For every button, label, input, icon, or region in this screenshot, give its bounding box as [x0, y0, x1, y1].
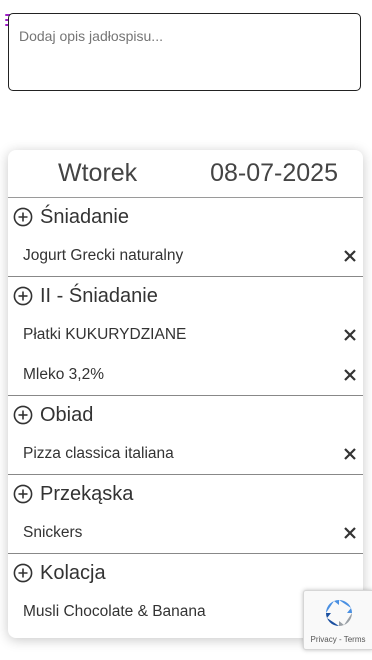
meal-section: II - Śniadanie Płatki KUKURYDZIANE Mleko…: [8, 277, 363, 396]
day-date: 08-07-2025: [210, 159, 338, 187]
meal-name: Obiad: [40, 403, 94, 426]
close-icon[interactable]: [343, 368, 357, 382]
day-header: Wtorek 08-07-2025: [8, 150, 363, 198]
meal-add-header[interactable]: Przekąska: [8, 475, 363, 513]
meal-item: Snickers: [8, 513, 363, 553]
recaptcha-logo-icon: [326, 600, 352, 626]
plus-circle-icon[interactable]: [13, 286, 33, 306]
meal-item: Jogurt Grecki naturalny: [8, 236, 363, 276]
meal-item-label: Pizza classica italiana: [23, 445, 174, 462]
day-menu-card: Wtorek 08-07-2025 Śniadanie Jogurt Greck…: [8, 150, 363, 638]
plus-circle-icon[interactable]: [13, 563, 33, 583]
plus-circle-icon[interactable]: [13, 207, 33, 227]
meal-item-label: Snickers: [23, 524, 83, 541]
recaptcha-badge[interactable]: Privacy - Terms: [303, 590, 372, 650]
meal-name: Kolacja: [40, 561, 106, 584]
plus-circle-icon[interactable]: [13, 405, 33, 425]
close-icon[interactable]: [343, 249, 357, 263]
meal-item-label: Jogurt Grecki naturalny: [23, 247, 184, 264]
close-icon[interactable]: [343, 328, 357, 342]
meal-add-header[interactable]: Obiad: [8, 396, 363, 434]
menu-description-input[interactable]: [8, 13, 361, 91]
recaptcha-links[interactable]: Privacy - Terms: [304, 635, 372, 644]
meal-section: Obiad Pizza classica italiana: [8, 396, 363, 475]
meal-item: Pizza classica italiana: [8, 434, 363, 474]
meal-add-header[interactable]: Kolacja: [8, 554, 363, 592]
meal-add-header[interactable]: II - Śniadanie: [8, 277, 363, 315]
plus-circle-icon[interactable]: [13, 484, 33, 504]
close-icon[interactable]: [343, 447, 357, 461]
meal-name: Przekąska: [40, 482, 134, 505]
day-name: Wtorek: [58, 159, 138, 187]
meal-item-label: Mleko 3,2%: [23, 366, 104, 383]
meal-add-header[interactable]: Śniadanie: [8, 198, 363, 236]
meal-name: II - Śniadanie: [40, 284, 158, 307]
meal-item: Płatki KUKURYDZIANE: [8, 315, 363, 355]
meal-name: Śniadanie: [40, 205, 129, 228]
meal-item-label: Musli Chocolate & Banana: [23, 603, 206, 620]
close-icon[interactable]: [343, 526, 357, 540]
meal-item-label: Płatki KUKURYDZIANE: [23, 326, 187, 343]
meal-section: Śniadanie Jogurt Grecki naturalny: [8, 198, 363, 277]
meal-section: Przekąska Snickers: [8, 475, 363, 554]
meal-item: Mleko 3,2%: [8, 355, 363, 395]
